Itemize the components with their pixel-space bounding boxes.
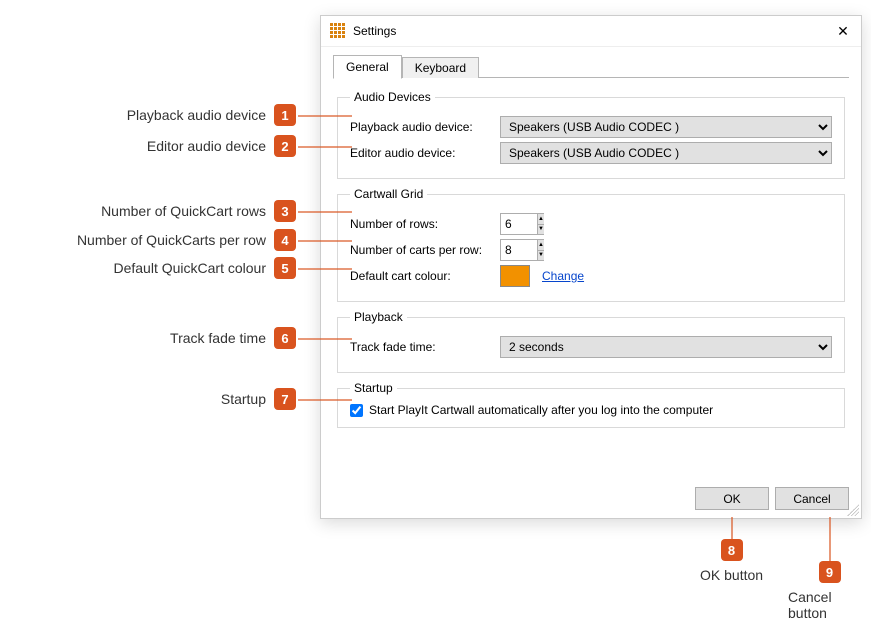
tab-content: Audio Devices Playback audio device: Spe… [321,78,861,484]
perrow-spin-up[interactable]: ▲ [538,240,544,251]
rows-label: Number of rows: [350,217,500,231]
callout-8: 8 OK button [700,517,763,583]
perrow-spin-down[interactable]: ▼ [538,251,544,261]
callout-9-line [829,517,831,561]
tab-strip: General Keyboard [321,47,861,78]
callout-6-text: Track fade time [170,330,266,346]
callout-9: 9 Cancel button [788,517,871,621]
callout-3: Number of QuickCart rows 3 [101,200,296,222]
audio-devices-legend: Audio Devices [350,90,435,104]
lead-3 [298,211,352,213]
tab-general[interactable]: General [333,55,402,79]
callout-8-line [731,517,733,539]
callout-1-text: Playback audio device [127,107,266,123]
fade-row: Track fade time: 2 seconds [350,336,832,358]
playback-device-select[interactable]: Speakers (USB Audio CODEC ) [500,116,832,138]
ok-button[interactable]: OK [695,487,769,510]
fade-label: Track fade time: [350,340,500,354]
callout-6: Track fade time 6 [170,327,296,349]
startup-row: Start PlayIt Cartwall automatically afte… [350,403,832,417]
lead-1 [298,115,352,117]
callout-7: Startup 7 [221,388,296,410]
startup-legend: Startup [350,381,397,395]
fade-select[interactable]: 2 seconds [500,336,832,358]
change-color-link[interactable]: Change [542,269,584,283]
callout-2-text: Editor audio device [147,138,266,154]
settings-dialog: Settings ✕ General Keyboard Audio Device… [320,15,862,519]
callout-1: Playback audio device 1 [127,104,296,126]
callout-7-marker: 7 [274,388,296,410]
editor-device-select[interactable]: Speakers (USB Audio CODEC ) [500,142,832,164]
lead-4 [298,240,352,242]
resize-grip[interactable] [847,504,859,516]
callout-2-marker: 2 [274,135,296,157]
callout-3-text: Number of QuickCart rows [101,203,266,219]
window-title: Settings [353,24,833,38]
callout-4: Number of QuickCarts per row 4 [77,229,296,251]
perrow-label: Number of carts per row: [350,243,500,257]
editor-device-label: Editor audio device: [350,146,500,160]
callout-2: Editor audio device 2 [147,135,296,157]
rows-spin-down[interactable]: ▼ [538,225,544,235]
rows-spinner[interactable]: ▲ ▼ [537,214,544,234]
lead-5 [298,268,352,270]
callout-8-text: OK button [700,567,763,583]
playback-device-label: Playback audio device: [350,120,500,134]
color-label: Default cart colour: [350,269,500,283]
callout-7-text: Startup [221,391,266,407]
playback-legend: Playback [350,310,407,324]
callout-1-marker: 1 [274,104,296,126]
callout-9-marker: 9 [819,561,841,583]
playback-device-row: Playback audio device: Speakers (USB Aud… [350,116,832,138]
perrow-row: Number of carts per row: ▲ ▼ [350,239,832,261]
close-icon[interactable]: ✕ [833,23,853,40]
lead-2 [298,146,352,148]
callout-6-marker: 6 [274,327,296,349]
app-icon [329,23,345,39]
lead-7 [298,399,352,401]
perrow-field[interactable] [501,240,537,260]
rows-field[interactable] [501,214,537,234]
playback-group: Playback Track fade time: 2 seconds [337,310,845,373]
rows-input[interactable]: ▲ ▼ [500,213,544,235]
dialog-buttons: OK Cancel [695,487,849,510]
lead-6 [298,338,352,340]
cartwall-grid-legend: Cartwall Grid [350,187,427,201]
startup-checkbox[interactable] [350,404,363,417]
callout-8-marker: 8 [721,539,743,561]
cancel-button[interactable]: Cancel [775,487,849,510]
color-swatch [500,265,530,287]
callout-5-text: Default QuickCart colour [113,260,266,276]
title-bar: Settings ✕ [321,16,861,47]
callout-3-marker: 3 [274,200,296,222]
tab-keyboard[interactable]: Keyboard [402,57,479,78]
audio-devices-group: Audio Devices Playback audio device: Spe… [337,90,845,179]
perrow-input[interactable]: ▲ ▼ [500,239,544,261]
cartwall-grid-group: Cartwall Grid Number of rows: ▲ ▼ Number… [337,187,845,302]
rows-spin-up[interactable]: ▲ [538,214,544,225]
callout-9-text: Cancel button [788,589,871,621]
color-row: Default cart colour: Change [350,265,832,287]
callout-4-marker: 4 [274,229,296,251]
callout-5: Default QuickCart colour 5 [113,257,296,279]
callout-5-marker: 5 [274,257,296,279]
callout-4-text: Number of QuickCarts per row [77,232,266,248]
rows-row: Number of rows: ▲ ▼ [350,213,832,235]
startup-group: Startup Start PlayIt Cartwall automatica… [337,381,845,428]
perrow-spinner[interactable]: ▲ ▼ [537,240,544,260]
startup-checkbox-label: Start PlayIt Cartwall automatically afte… [369,403,713,417]
editor-device-row: Editor audio device: Speakers (USB Audio… [350,142,832,164]
